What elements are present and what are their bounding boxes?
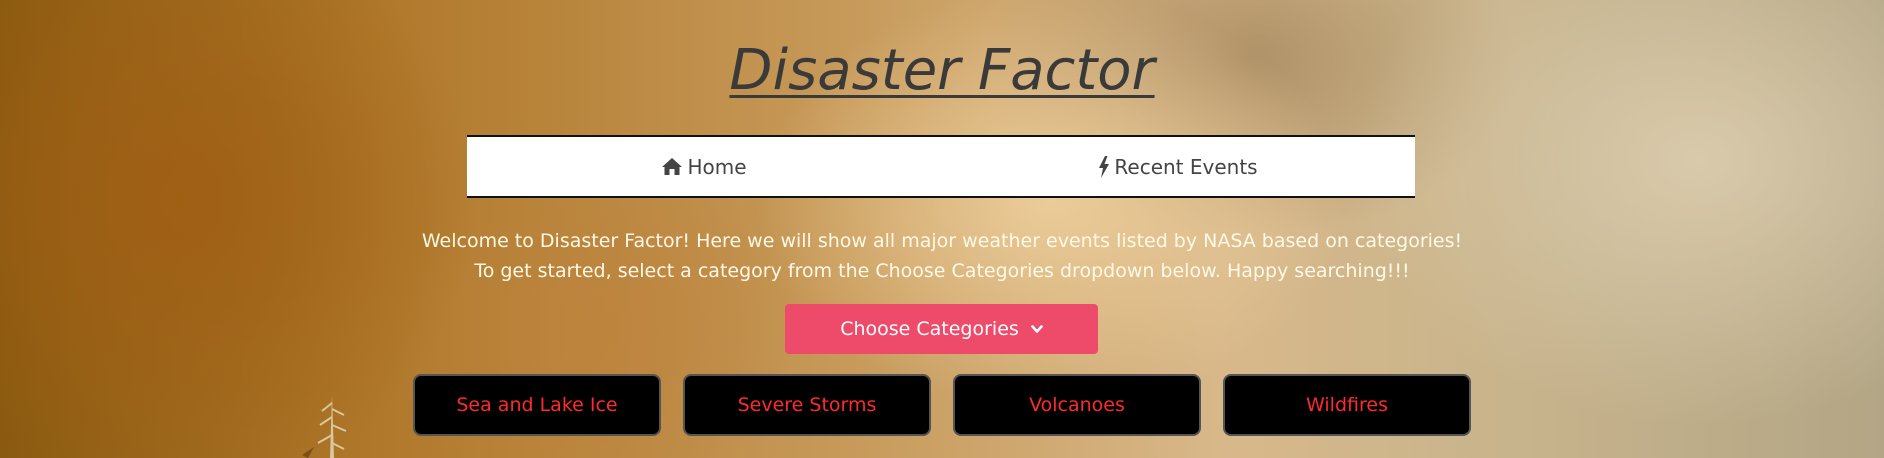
welcome-line-2: To get started, select a category from t…: [474, 260, 1410, 282]
category-button-wildfires[interactable]: Wildfires: [1223, 374, 1471, 436]
nav-recent-events-link[interactable]: Recent Events: [941, 137, 1415, 196]
category-button-severe-storms[interactable]: Severe Storms: [683, 374, 931, 436]
choose-categories-dropdown-button[interactable]: Choose Categories: [785, 304, 1098, 354]
welcome-message: Welcome to Disaster Factor! Here we will…: [0, 226, 1884, 286]
nav-home-link[interactable]: Home: [467, 137, 941, 196]
main-navbar: Home Recent Events: [467, 135, 1415, 198]
choose-categories-label: Choose Categories: [840, 318, 1019, 340]
tree-silhouette-image: [302, 395, 347, 458]
nav-home-label: Home: [687, 154, 747, 179]
nav-recent-events-label: Recent Events: [1114, 154, 1258, 179]
chevron-down-icon: [1030, 324, 1043, 333]
bolt-icon: [1099, 155, 1110, 178]
category-button-volcanoes[interactable]: Volcanoes: [953, 374, 1201, 436]
category-button-sea-and-lake-ice[interactable]: Sea and Lake Ice: [413, 374, 661, 436]
home-icon: [662, 158, 683, 175]
page-title: Disaster Factor: [729, 38, 1155, 103]
category-buttons: Sea and Lake Ice Severe Storms Volcanoes…: [413, 374, 1471, 436]
welcome-line-1: Welcome to Disaster Factor! Here we will…: [421, 230, 1463, 252]
